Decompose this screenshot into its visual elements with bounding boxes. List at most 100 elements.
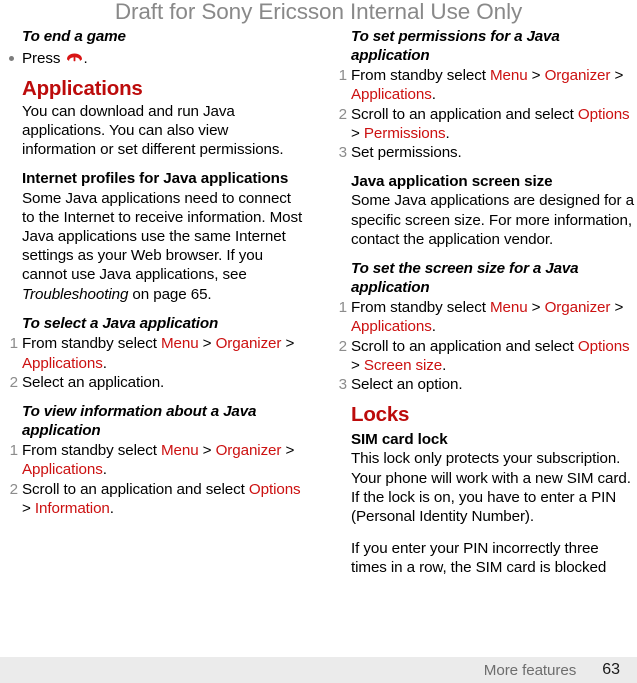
draft-watermark-header: Draft for Sony Ericsson Internal Use Onl… — [114, 0, 523, 24]
left-column: To end a game Press . Applications You c… — [0, 28, 306, 518]
menu-path-token: Applications — [22, 461, 103, 479]
paragraph-applications-intro: You can download and run Java applicatio… — [22, 102, 284, 159]
footer-section-label: More features — [483, 661, 577, 679]
paragraph-internet-profiles: Some Java applications need to connect t… — [22, 189, 306, 304]
step-text: > — [281, 335, 295, 353]
bullet-text-after: . — [83, 49, 88, 67]
step-number: 1 — [338, 299, 347, 317]
step-number: 3 — [338, 376, 347, 394]
step-text: Select an option. — [351, 376, 463, 394]
procedure-step: 2 Scroll to an application and select Opt… — [339, 337, 635, 375]
paragraph-screen-size: Some Java applications are designed for … — [351, 192, 634, 248]
footer-inner: More features 63 — [484, 657, 637, 683]
menu-path-token: Applications — [22, 354, 103, 372]
cross-reference-troubleshooting: Troubleshooting — [22, 285, 129, 303]
step-text: > — [610, 299, 624, 317]
step-text: . — [445, 124, 450, 142]
step-text: From standby select — [22, 335, 161, 353]
menu-path-token: Applications — [351, 318, 432, 336]
menu-path-token: Menu — [489, 67, 528, 85]
footer-page-number: 63 — [602, 661, 620, 678]
internet-profiles-text-2: on page 65. — [128, 285, 212, 303]
step-number: 2 — [9, 480, 18, 498]
end-call-handset-icon — [66, 50, 83, 62]
step-number: 1 — [9, 442, 18, 460]
step-text: . — [102, 354, 107, 372]
step-number: 2 — [338, 337, 347, 355]
section-heading-locks: Locks — [351, 403, 410, 427]
page-body: To end a game Press . Applications You c… — [0, 28, 637, 648]
step-text: Scroll to an application and select — [22, 480, 249, 498]
step-text: > — [281, 442, 295, 460]
step-text: Scroll to an application and select — [351, 105, 578, 123]
step-text: From standby select — [351, 67, 490, 85]
step-number: 2 — [9, 373, 18, 391]
page-footer: More features 63 — [0, 657, 637, 683]
subsection-heading-internet-profiles: Internet profiles for Java applications — [22, 170, 289, 188]
procedure-step: 2 Select an application. — [10, 373, 306, 392]
step-number: 3 — [338, 144, 347, 161]
subsection-heading-sim-card-lock: SIM card lock — [351, 431, 448, 449]
menu-path-token: Menu — [489, 299, 528, 317]
bullet-item-press-endcall: Press . — [9, 49, 306, 68]
procedure-title-end-game: To end a game — [22, 28, 126, 45]
menu-path-token: Options — [248, 480, 301, 498]
steps-set-screen-size: 1 From standby select Menu > Organizer > … — [329, 298, 635, 394]
step-text: . — [109, 499, 114, 517]
step-text: . — [102, 461, 107, 479]
steps-select-java-application: 1 From standby select Menu > Organizer > … — [0, 334, 306, 392]
subsection-heading-screen-size: Java application screen size — [351, 173, 553, 191]
procedure-title-view-information: To view information about a Java applica… — [22, 403, 257, 439]
step-text: From standby select — [351, 299, 490, 317]
step-text: Scroll to an application and select — [351, 337, 578, 355]
steps-view-information: 1 From standby select Menu > Organizer > … — [0, 441, 306, 518]
procedure-step: 2 Scroll to an application and select Opt… — [339, 105, 635, 143]
steps-set-permissions: 1 From standby select Menu > Organizer > … — [329, 66, 635, 162]
step-text: Set permissions. — [351, 144, 462, 161]
step-text: . — [431, 86, 436, 104]
right-column: To set permissions for a Java applicatio… — [329, 28, 635, 578]
procedure-step: 3 Set permissions. — [339, 143, 635, 162]
step-text: > — [527, 299, 545, 317]
bullet-dot-icon — [9, 55, 14, 61]
procedure-step: 2 Scroll to an application and select Opt… — [10, 480, 306, 518]
procedure-step: 1 From standby select Menu > Organizer > … — [339, 66, 635, 104]
section-heading-applications: Applications — [22, 76, 143, 100]
menu-path-token: Organizer — [215, 442, 282, 460]
step-text: > — [351, 356, 364, 374]
step-text: > — [610, 67, 624, 85]
step-number: 2 — [338, 105, 347, 123]
internet-profiles-text-1: Some Java applications need to connect t… — [22, 189, 303, 284]
bullet-text-before: Press — [22, 49, 65, 67]
procedure-title-set-permissions: To set permissions for a Java applicatio… — [351, 28, 560, 64]
menu-path-token: Organizer — [215, 335, 282, 353]
procedure-step: 3 Select an option. — [339, 375, 635, 394]
menu-path-token: Organizer — [544, 299, 611, 317]
menu-path-token: Menu — [160, 335, 199, 353]
step-text: > — [198, 335, 216, 353]
menu-path-token: Applications — [351, 86, 432, 104]
step-text: > — [198, 442, 216, 460]
paragraph-sim-lock-2: If you enter your PIN incorrectly three … — [351, 540, 607, 577]
menu-path-token: Organizer — [544, 67, 611, 85]
procedure-step: 1 From standby select Menu > Organizer > … — [10, 334, 306, 372]
menu-path-token: Menu — [160, 442, 199, 460]
paragraph-sim-lock-1: This lock only protects your subscriptio… — [351, 450, 631, 526]
step-text: > — [22, 499, 35, 517]
procedure-step: 1 From standby select Menu > Organizer > … — [10, 441, 306, 479]
step-text: > — [351, 124, 364, 142]
step-text: . — [431, 318, 436, 336]
step-text: . — [442, 356, 447, 374]
menu-path-token: Information — [34, 499, 110, 517]
procedure-title-set-screen-size: To set the screen size for a Java applic… — [351, 260, 579, 296]
menu-path-token: Options — [577, 337, 630, 355]
step-number: 1 — [9, 335, 18, 353]
procedure-title-select-java-application: To select a Java application — [22, 314, 219, 332]
menu-path-token: Screen size — [363, 356, 443, 374]
step-text: Select an application. — [22, 373, 165, 391]
step-text: > — [527, 67, 545, 85]
step-text: From standby select — [22, 442, 161, 460]
menu-path-token: Permissions — [363, 124, 446, 142]
procedure-step: 1 From standby select Menu > Organizer > … — [339, 298, 635, 336]
step-number: 1 — [338, 67, 347, 85]
